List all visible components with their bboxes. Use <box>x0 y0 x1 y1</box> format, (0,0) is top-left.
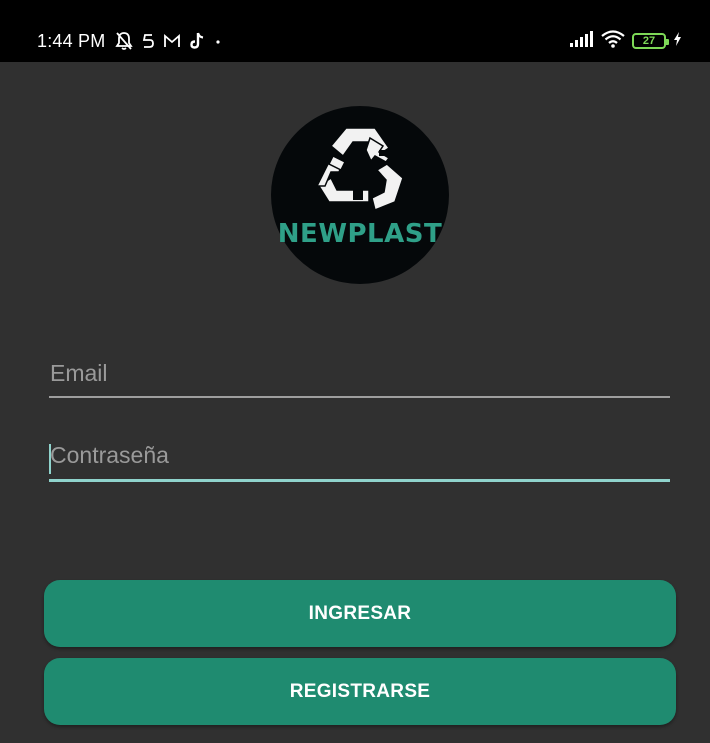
signal-icon <box>570 30 594 52</box>
bell-muted-icon <box>115 31 134 51</box>
dot-icon <box>213 36 223 46</box>
brand-text: NEWPLAST <box>277 219 443 249</box>
charging-icon <box>673 31 682 51</box>
wifi-icon <box>601 29 625 53</box>
status-right: 27 <box>570 29 682 53</box>
password-input[interactable] <box>49 438 670 479</box>
newplast-logo: NEWPLAST <box>271 106 449 284</box>
recycle-icon <box>315 127 404 212</box>
tiktok-icon <box>189 32 205 50</box>
login-button[interactable]: INGRESAR <box>44 580 676 647</box>
s-app-icon <box>141 32 155 50</box>
email-field[interactable] <box>49 356 670 398</box>
email-input[interactable] <box>49 356 670 396</box>
battery-icon: 27 <box>632 33 669 49</box>
status-left: 1:44 PM <box>37 28 223 54</box>
gmail-icon <box>163 33 181 49</box>
register-button[interactable]: REGISTRARSE <box>44 658 676 725</box>
status-time: 1:44 PM <box>37 30 106 51</box>
text-cursor <box>49 444 51 474</box>
status-bar: 1:44 PM 27 <box>0 0 710 62</box>
battery-level: 27 <box>642 35 656 47</box>
password-field[interactable] <box>49 438 670 482</box>
